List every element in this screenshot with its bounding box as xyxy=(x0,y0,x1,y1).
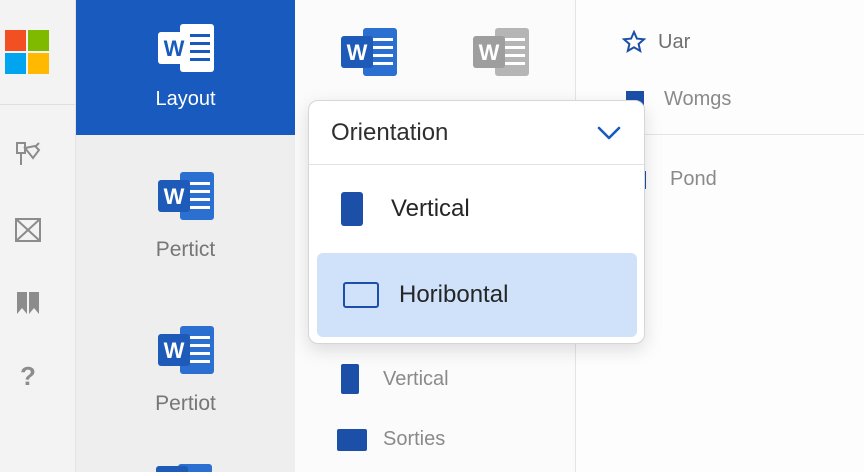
portrait-page-icon xyxy=(341,192,363,226)
right-item-pond[interactable]: Pond xyxy=(642,168,717,191)
template-tile-pertict[interactable]: W Pertict xyxy=(76,170,295,262)
tile-label: Pertict xyxy=(155,238,216,261)
portrait-page-icon xyxy=(341,364,359,394)
word-icon-disabled[interactable]: W xyxy=(471,26,531,78)
right-item-uar[interactable]: Uar xyxy=(622,30,690,54)
template-tile-pertiot[interactable]: W Pertiot xyxy=(76,324,295,416)
option-horizontal[interactable]: Horibontal xyxy=(317,253,637,337)
svg-text:W: W xyxy=(163,184,184,209)
star-icon xyxy=(622,30,646,54)
mail-icon[interactable] xyxy=(10,212,46,248)
help-icon[interactable]: ? xyxy=(10,358,46,394)
rail-divider xyxy=(0,104,76,105)
dropdown-title: Orientation xyxy=(331,118,449,146)
option-vertical[interactable]: Vertical xyxy=(309,171,644,247)
list-item-vertical[interactable]: Vertical xyxy=(341,364,449,394)
chevron-down-icon[interactable] xyxy=(596,123,622,143)
square-icon xyxy=(337,428,367,451)
tile-label: Pertiot xyxy=(155,392,216,415)
template-column: W Layout W Pertict W Pertiot xyxy=(76,0,295,472)
landscape-page-icon xyxy=(343,282,379,308)
left-rail: ? xyxy=(0,0,76,472)
microsoft-logo[interactable] xyxy=(5,30,49,74)
svg-text:W: W xyxy=(347,40,368,65)
tile-label: Layout xyxy=(155,88,216,110)
orientation-dropdown-header[interactable]: Orientation xyxy=(309,101,644,165)
orientation-dropdown[interactable]: Orientation Vertical Horibontal xyxy=(308,100,645,344)
word-icon[interactable]: W xyxy=(339,26,399,78)
word-icon-partial xyxy=(156,464,212,472)
svg-text:W: W xyxy=(479,40,500,65)
svg-text:W: W xyxy=(163,36,184,61)
list-item-sorties[interactable]: Sorties xyxy=(337,428,445,451)
word-icon: W xyxy=(157,326,214,374)
word-icon: W xyxy=(157,24,214,72)
template-tile-layout[interactable]: W Layout xyxy=(76,0,295,135)
svg-text:W: W xyxy=(163,338,184,363)
bookmark-icon[interactable] xyxy=(10,285,46,321)
word-icon: W xyxy=(157,172,214,220)
pin-icon[interactable] xyxy=(10,136,46,172)
